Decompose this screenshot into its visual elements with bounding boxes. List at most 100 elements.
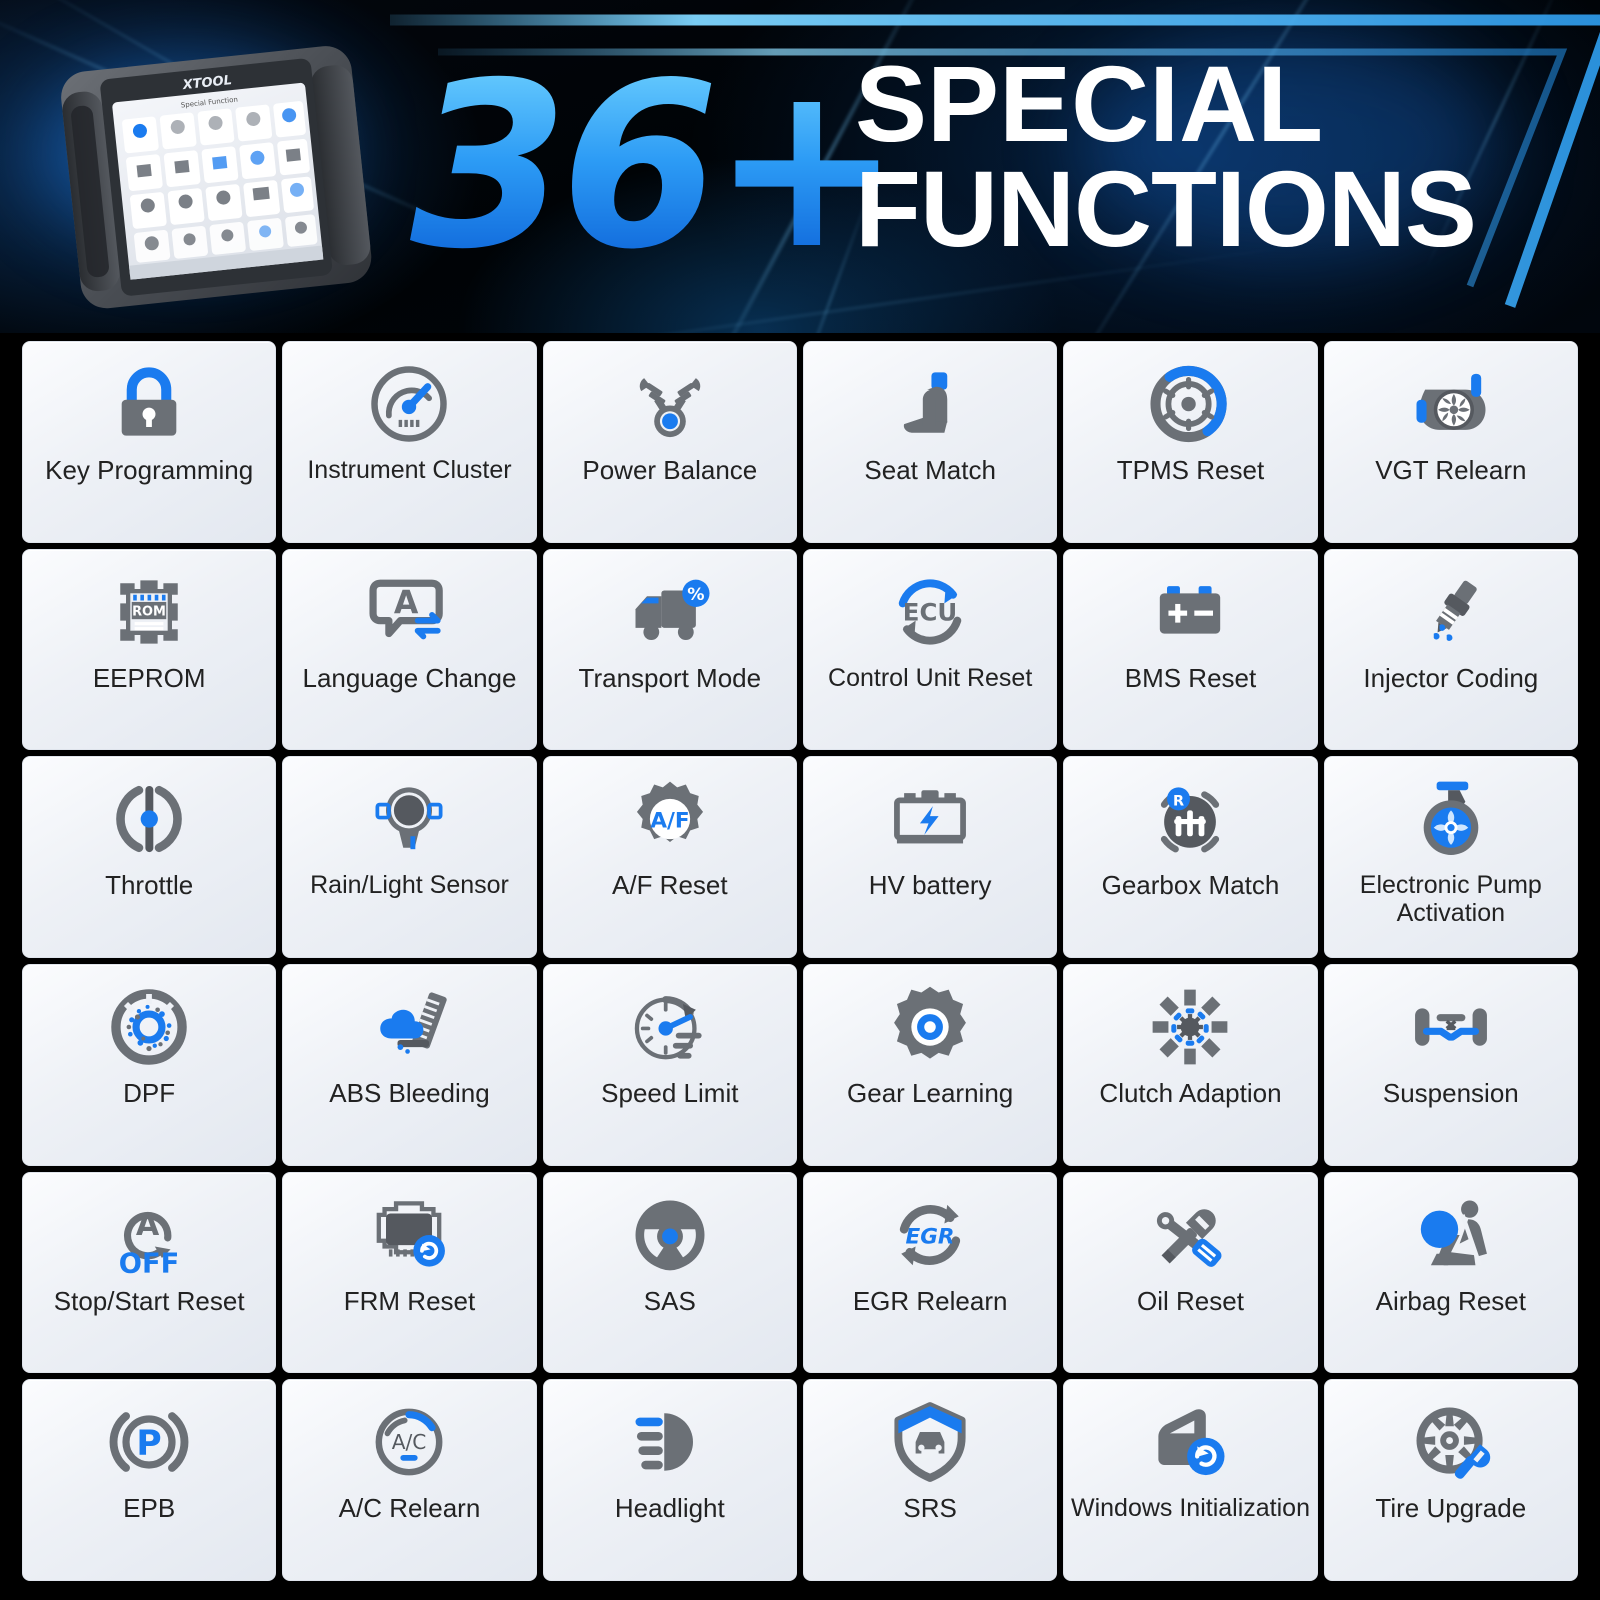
function-tile[interactable]: SAS (542, 1171, 797, 1374)
steering-wheel-icon (622, 1187, 718, 1283)
function-tile[interactable]: Suspension (1323, 964, 1578, 1166)
function-tile-label: Airbag Reset (1375, 1285, 1526, 1316)
svg-text:%: % (687, 584, 704, 604)
function-tile[interactable]: Clutch Adaption (1063, 964, 1318, 1166)
function-tile[interactable]: A OFF Stop/Start Reset (22, 1171, 277, 1374)
function-tile[interactable]: A/F A/F Reset (542, 756, 797, 958)
function-tile-label: Throttle (105, 870, 194, 901)
function-tile[interactable]: ECU Control Unit Reset (802, 548, 1058, 751)
svg-text:A/F: A/F (650, 809, 689, 834)
function-tile-label: Instrument Cluster (307, 456, 512, 484)
function-tile[interactable]: Gear Learning (802, 964, 1058, 1166)
svg-text:ECU: ECU (903, 597, 957, 626)
function-tile[interactable]: Tire Upgrade (1323, 1379, 1578, 1581)
function-tile-label: Gearbox Match (1101, 870, 1280, 901)
function-tile[interactable]: Instrument Cluster (282, 341, 537, 543)
function-tile-label: Tire Upgrade (1375, 1493, 1527, 1524)
function-tile[interactable]: Rain/Light Sensor (282, 756, 537, 958)
rom-chip-icon: ROM (101, 564, 197, 660)
wrench-screwdriver-icon (1142, 1187, 1238, 1283)
function-tile-label: EEPROM (92, 662, 206, 693)
function-tile[interactable]: HV battery (802, 756, 1058, 958)
function-tile[interactable]: VGT Relearn (1323, 341, 1578, 543)
rain-light-sensor-icon (361, 771, 457, 867)
function-tile[interactable]: A/C A/C Relearn (282, 1379, 537, 1581)
hero-title-line2: FUNCTIONS (855, 147, 1477, 269)
function-tile[interactable]: ABS Bleeding (282, 964, 537, 1166)
function-tile[interactable]: R Gearbox Match (1063, 756, 1318, 958)
gearbox-icon: R (1142, 771, 1238, 867)
function-tile-label: ABS Bleeding (329, 1078, 490, 1108)
function-tile[interactable]: Throttle (22, 756, 277, 958)
xtool-tablet-device: XTOOL Special Function (48, 40, 388, 310)
function-tile-label: Suspension (1382, 1078, 1519, 1108)
ecu-refresh-icon: ECU (882, 564, 978, 660)
function-tile-label: SRS (903, 1493, 957, 1524)
function-tile[interactable]: ROM EEPROM (22, 548, 277, 751)
ac-gauge-icon: A/C (361, 1394, 457, 1490)
function-tile[interactable]: Airbag Reset (1323, 1171, 1578, 1374)
function-tile-label: Speed Limit (601, 1078, 739, 1108)
function-tile-label: Power Balance (582, 455, 758, 485)
injector-icon (1403, 564, 1499, 660)
function-tile-label: Transport Mode (578, 662, 762, 693)
svg-text:A/C: A/C (392, 1431, 427, 1455)
electronic-pump-icon (1403, 771, 1499, 867)
function-tile[interactable]: Headlight (542, 1379, 797, 1581)
function-tile[interactable]: Injector Coding (1323, 548, 1578, 751)
function-tile-label: A/C Relearn (338, 1493, 481, 1524)
truck-icon: % (622, 564, 718, 660)
function-tile[interactable]: Electronic Pump Activation (1323, 756, 1578, 958)
function-tile-label: Key Programming (45, 455, 254, 485)
function-tile-label: FRM Reset (343, 1285, 476, 1316)
function-tile-label: Gear Learning (847, 1078, 1014, 1108)
function-tile[interactable]: Power Balance (542, 341, 797, 543)
auto-stop-start-off-icon: A OFF (101, 1187, 197, 1283)
function-tile-label: SAS (643, 1285, 696, 1316)
svg-text:R: R (1173, 794, 1184, 810)
throttle-icon (101, 771, 197, 867)
function-tile[interactable]: EGR EGR Relearn (802, 1171, 1058, 1374)
function-tile-label: BMS Reset (1124, 662, 1257, 693)
svg-text:A: A (136, 1208, 160, 1243)
function-tile-label: EPB (123, 1493, 176, 1524)
hv-battery-icon (882, 771, 978, 867)
frm-chip-refresh-icon (361, 1187, 457, 1283)
function-tile-label: Headlight (614, 1493, 725, 1524)
language-bubble-icon: A (361, 564, 457, 660)
function-tile[interactable]: TPMS Reset (1063, 341, 1318, 543)
function-tile-label: Windows Initialization (1070, 1494, 1310, 1523)
svg-text:P: P (137, 1424, 162, 1464)
shield-car-icon (882, 1394, 978, 1490)
hero-title: SPECIAL FUNCTIONS (855, 50, 1477, 269)
function-tile[interactable]: P EPB (22, 1379, 277, 1581)
function-tile[interactable]: % Transport Mode (542, 548, 797, 751)
function-tile[interactable]: Key Programming (22, 341, 277, 543)
function-tile[interactable]: Seat Match (802, 341, 1058, 543)
function-tile-label: Electronic Pump Activation (1359, 871, 1542, 928)
af-gear-icon: A/F (622, 771, 718, 867)
function-tile[interactable]: DPF (22, 964, 277, 1166)
function-tile[interactable]: Windows Initialization (1063, 1379, 1318, 1581)
battery-terminals-icon (1142, 564, 1238, 660)
tire-pressure-icon (1142, 356, 1238, 452)
function-tile[interactable]: BMS Reset (1063, 548, 1318, 751)
function-tile-label: VGT Relearn (1375, 455, 1527, 485)
suspension-icon (1403, 979, 1499, 1075)
function-tile[interactable]: A Language Change (282, 548, 537, 751)
function-tile[interactable]: FRM Reset (282, 1171, 537, 1374)
lock-icon (101, 356, 197, 452)
car-door-refresh-icon (1142, 1394, 1238, 1490)
function-tile[interactable]: SRS (802, 1379, 1058, 1581)
svg-text:A: A (394, 585, 419, 621)
function-tile[interactable]: Speed Limit (542, 964, 797, 1166)
egr-refresh-icon: EGR (882, 1187, 978, 1283)
hero-banner: XTOOL Special Function 36+ SPECIAL FUNCT… (0, 0, 1600, 333)
function-tile-label: Seat Match (864, 455, 996, 485)
function-tile-label: Clutch Adaption (1099, 1078, 1282, 1108)
function-tile-label: Rain/Light Sensor (310, 871, 509, 900)
function-tile-label: Language Change (302, 662, 517, 693)
function-tile-label: EGR Relearn (852, 1285, 1008, 1316)
function-tile[interactable]: Oil Reset (1063, 1171, 1318, 1374)
svg-text:OFF: OFF (119, 1248, 180, 1279)
